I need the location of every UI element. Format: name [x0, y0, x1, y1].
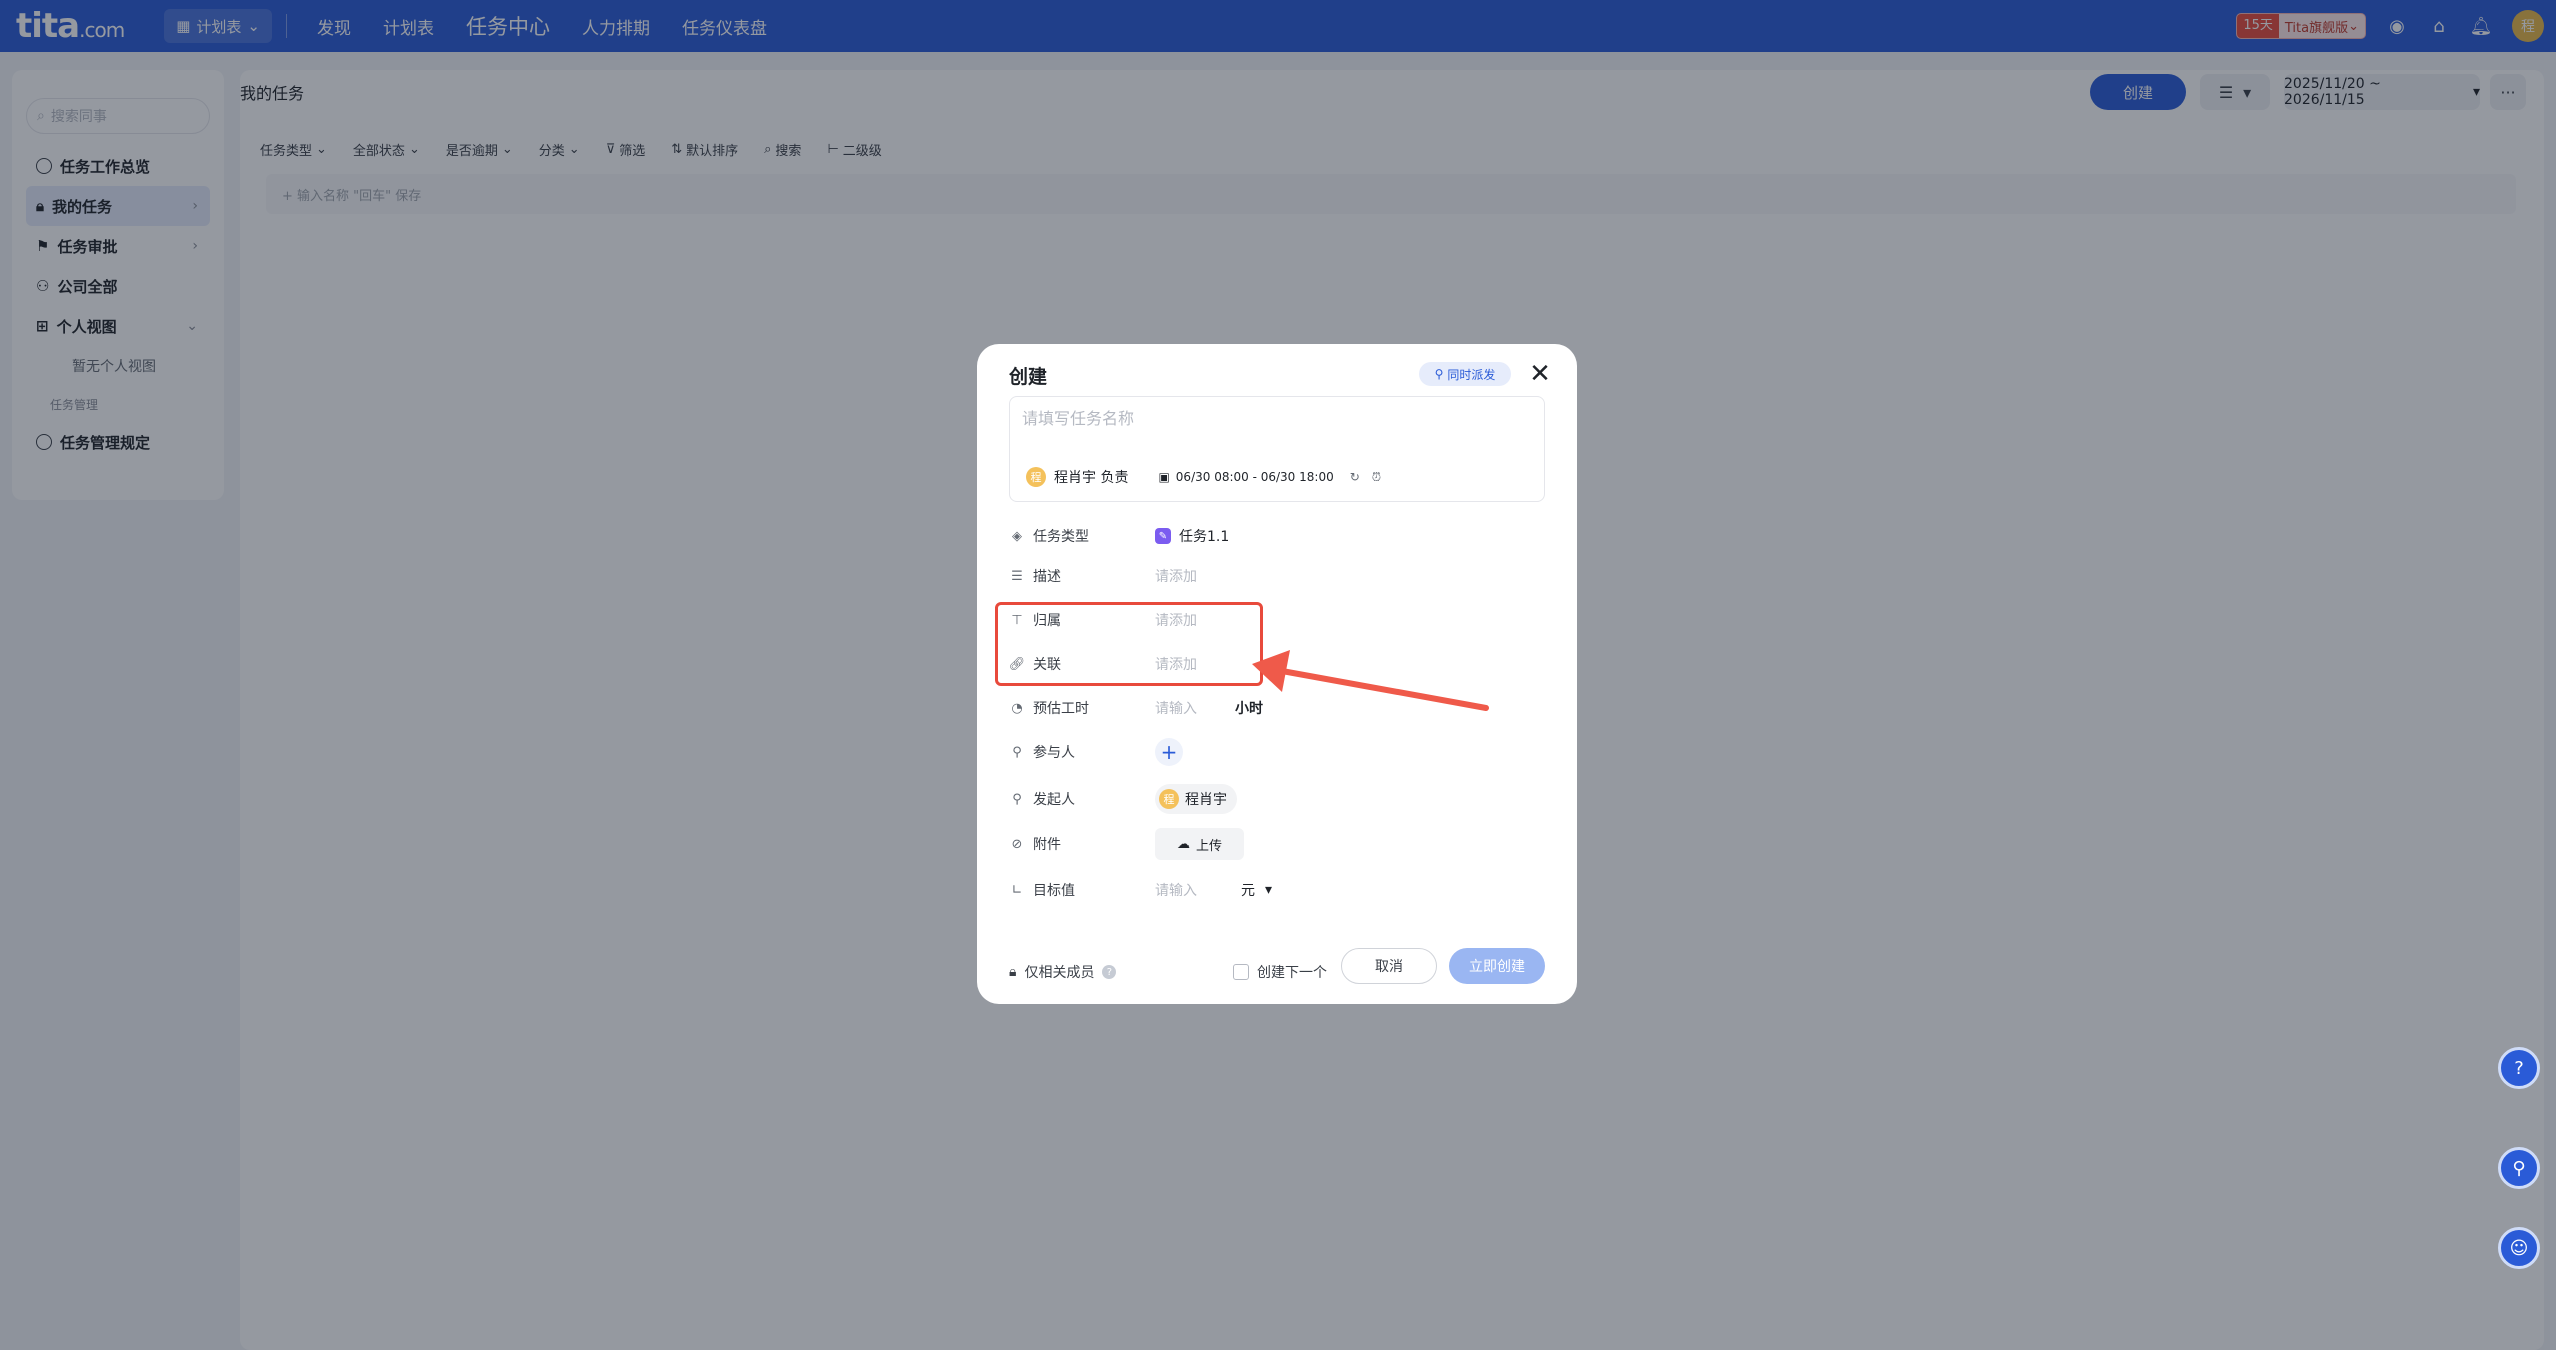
hours-input[interactable]: 请输入 — [1155, 698, 1197, 718]
layers-icon: ◈ — [1012, 528, 1022, 544]
task-name-box: 程 程肖宇 负责 ▣ 06/30 08:00 - 06/30 18:00 ↻ ⏰… — [1009, 396, 1545, 502]
lock-icon: 🔒︎ — [1009, 964, 1017, 980]
task-name-input[interactable] — [1022, 409, 1522, 428]
add-participant-button[interactable]: + — [1155, 738, 1183, 766]
cloud-upload-icon: ☁︎ — [1177, 836, 1190, 852]
field-estimated-hours[interactable]: ◔ 预估工时 请输入 小时 — [1009, 694, 1549, 722]
task-meta-row: 程 程肖宇 负责 ▣ 06/30 08:00 - 06/30 18:00 ↻ ⏰… — [1026, 467, 1381, 487]
submit-button[interactable]: 立即创建 — [1449, 948, 1545, 984]
field-task-type[interactable]: ◈ 任务类型 ✎ 任务1.1 — [1009, 522, 1549, 550]
upload-button[interactable]: ☁︎ 上传 — [1155, 828, 1245, 860]
field-description[interactable]: ☰ 描述 请添加 — [1009, 562, 1549, 590]
chart-icon: ∟ — [1011, 882, 1023, 898]
date-picker[interactable]: ▣ 06/30 08:00 - 06/30 18:00 ↻ ⏰︎ — [1158, 470, 1381, 485]
dispatch-toggle[interactable]: ⚲ 同时派发 — [1419, 362, 1511, 386]
create-next-checkbox[interactable]: 创建下一个 — [1233, 962, 1327, 982]
field-participants: ⚲ 参与人 + — [1009, 738, 1549, 766]
unit-selector[interactable]: 元 ▾ — [1241, 880, 1272, 900]
alarm-icon[interactable]: ⏰︎ — [1372, 470, 1381, 485]
help-float-button[interactable]: ? — [2498, 1047, 2540, 1089]
field-attachment: ⊘ 附件 ☁︎ 上传 — [1009, 828, 1549, 860]
target-input[interactable]: 请输入 — [1155, 880, 1197, 900]
task-type-icon: ✎ — [1155, 528, 1171, 544]
checkbox[interactable] — [1233, 964, 1249, 980]
user-settings-float-button[interactable]: ⚲ — [2498, 1147, 2540, 1189]
align-left-icon: ☰ — [1011, 568, 1023, 584]
close-icon[interactable]: ✕ — [1526, 359, 1554, 389]
highlight-box — [995, 602, 1263, 686]
visibility-setting[interactable]: 🔒︎ 仅相关成员 ? — [1009, 962, 1117, 982]
help-icon[interactable]: ? — [1102, 965, 1117, 979]
owner-selector[interactable]: 程肖宇 负责 — [1054, 467, 1128, 487]
field-initiator: ⚲ 发起人 程 程肖宇 — [1009, 784, 1549, 814]
person-icon: ⚲ — [1434, 367, 1444, 381]
user-icon: ⚲ — [1012, 791, 1022, 807]
user-icon: ⚲ — [1012, 744, 1022, 760]
caret-down-icon: ▾ — [1265, 882, 1273, 898]
timer-icon: ◔ — [1011, 700, 1023, 716]
support-float-button[interactable]: ☺ — [2498, 1227, 2540, 1269]
modal-title: 创建 — [1009, 366, 1048, 388]
calendar-icon: ▣ — [1158, 470, 1170, 484]
cancel-button[interactable]: 取消 — [1341, 948, 1437, 984]
create-task-modal: 创建 ⚲ 同时派发 ✕ 程 程肖宇 负责 ▣ 06/30 08:00 - 06/… — [977, 344, 1577, 1004]
avatar: 程 — [1026, 467, 1046, 487]
paperclip-icon: ⊘ — [1011, 836, 1023, 852]
field-target-value[interactable]: ∟ 目标值 请输入 元 ▾ — [1009, 876, 1549, 904]
repeat-icon[interactable]: ↻ — [1350, 470, 1360, 484]
avatar: 程 — [1159, 789, 1179, 809]
initiator-chip[interactable]: 程 程肖宇 — [1155, 784, 1237, 814]
